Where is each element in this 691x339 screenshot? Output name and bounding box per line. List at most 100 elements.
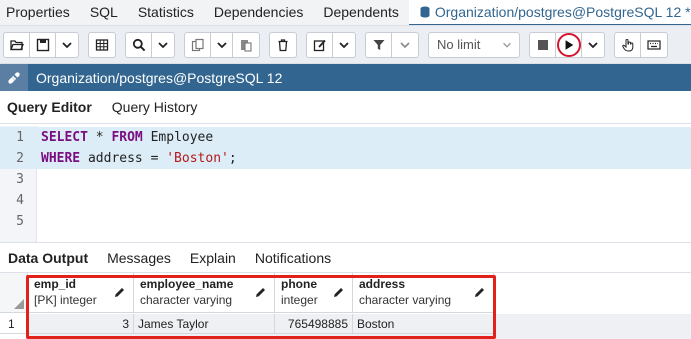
commit-button[interactable] (615, 32, 641, 57)
column-type: character varying (359, 293, 452, 307)
table-cell[interactable]: 765498885 (275, 314, 353, 334)
sql-text: address = (80, 151, 167, 166)
sql-string: 'Boston' (166, 151, 229, 166)
filter-group (365, 31, 419, 58)
paste-icon (241, 39, 252, 52)
file-group (3, 31, 79, 58)
table-cell[interactable]: Boston (353, 314, 494, 334)
save-icon (36, 38, 49, 51)
edit-grid-group (88, 31, 116, 58)
code-text: WHERE address = 'Boston'; (41, 148, 237, 169)
pencil-icon (115, 288, 124, 297)
line-number: 2 (16, 151, 24, 166)
play-icon (565, 39, 573, 50)
copy-options-dropdown[interactable] (211, 32, 233, 57)
sql-keyword: WHERE (41, 151, 81, 166)
code-line[interactable]: 1 SELECT * FROM Employee (0, 127, 691, 148)
edit-grid-button[interactable] (89, 33, 115, 57)
copy-button[interactable] (185, 32, 211, 57)
edit-square-icon (313, 39, 326, 51)
column-header-emp-id[interactable]: emp_id [PK] integer (28, 273, 134, 313)
execute-highlight-ring (556, 32, 581, 57)
tab-query-tool-label: Organization/postgres@PostgreSQL 12 * (434, 3, 691, 20)
open-file-button[interactable] (4, 32, 30, 57)
filter-options-dropdown[interactable] (392, 33, 418, 57)
find-group (125, 31, 175, 58)
line-number: 5 (16, 214, 24, 229)
tab-notifications[interactable]: Notifications (247, 250, 339, 266)
find-button[interactable] (126, 32, 152, 57)
row-limit-select[interactable]: No limit (429, 33, 519, 57)
trash-icon (278, 38, 288, 51)
row-number[interactable]: 1 (0, 314, 28, 334)
connection-title: Organization/postgres@PostgreSQL 12 (36, 69, 283, 86)
code-line[interactable]: 5 (0, 211, 691, 232)
select-all-corner[interactable] (0, 273, 28, 313)
filter-icon (373, 39, 384, 50)
code-line[interactable]: 3 (0, 169, 691, 190)
search-icon (132, 38, 145, 51)
column-header-employee-name[interactable]: employee_name character varying (134, 273, 275, 313)
stop-button[interactable] (530, 32, 556, 57)
sql-text: Employee (142, 130, 214, 145)
line-number: 4 (16, 193, 24, 208)
edit-options-dropdown[interactable] (333, 33, 355, 57)
save-options-dropdown[interactable] (56, 33, 78, 57)
tab-messages[interactable]: Messages (99, 250, 179, 266)
pencil-icon (334, 288, 343, 297)
editor-tabs: Query Editor Query History (0, 91, 691, 124)
panel-tabs: Properties SQL Statistics Dependencies D… (0, 0, 691, 26)
tab-properties[interactable]: Properties (0, 0, 80, 25)
sql-keyword: FROM (111, 130, 143, 145)
pencil-icon (475, 288, 484, 297)
execute-options-dropdown[interactable] (582, 33, 604, 57)
paste-button[interactable] (233, 33, 259, 57)
chevron-down-icon (400, 41, 410, 48)
clipboard-group (184, 31, 260, 58)
code-line[interactable]: 4 (0, 190, 691, 211)
filter-button[interactable] (366, 32, 392, 57)
limit-group: No limit (428, 31, 520, 58)
edit-button[interactable] (307, 32, 333, 57)
code-line[interactable]: 2 WHERE address = 'Boston'; (0, 148, 691, 169)
table-cell[interactable]: 3 (28, 314, 134, 334)
sql-editor[interactable]: 1 SELECT * FROM Employee 2 WHERE address… (0, 126, 691, 242)
pencil-icon (256, 288, 265, 297)
chevron-down-icon (588, 41, 598, 48)
sql-text: * (87, 130, 112, 145)
chevron-down-icon (339, 41, 349, 48)
connection-bar: Organization/postgres@PostgreSQL 12 (0, 64, 691, 91)
folder-open-icon (9, 39, 24, 50)
table-cell[interactable]: James Taylor (134, 314, 275, 334)
tab-data-output[interactable]: Data Output (0, 250, 96, 266)
tab-query-tool[interactable]: Organization/postgres@PostgreSQL 12 * (408, 0, 691, 25)
tab-sql[interactable]: SQL (80, 0, 128, 25)
sql-keyword: SELECT (41, 130, 88, 145)
tab-explain[interactable]: Explain (182, 250, 244, 266)
column-name: address (359, 277, 406, 291)
column-header-address[interactable]: address character varying (353, 273, 494, 313)
transaction-group (614, 31, 668, 58)
tab-dependents[interactable]: Dependents (313, 0, 409, 25)
delete-rows-button[interactable] (270, 33, 296, 57)
find-options-dropdown[interactable] (152, 33, 174, 57)
tab-query-editor[interactable]: Query Editor (0, 99, 99, 115)
delete-group (269, 31, 297, 58)
tab-statistics[interactable]: Statistics (128, 0, 204, 25)
hand-pointer-icon (621, 38, 633, 51)
output-tabs: Data Output Messages Explain Notificatio… (0, 242, 691, 273)
line-number: 3 (16, 172, 24, 187)
connection-plug-icon (8, 71, 20, 84)
stop-icon (537, 39, 548, 50)
sql-text: ; (228, 151, 237, 166)
connection-status-button[interactable] (0, 64, 28, 91)
tab-query-history[interactable]: Query History (105, 99, 205, 115)
column-header-phone[interactable]: phone integer (275, 273, 353, 313)
chevron-down-icon (503, 42, 511, 48)
macros-button[interactable] (641, 33, 667, 57)
execute-button[interactable] (556, 32, 582, 57)
code-text: SELECT * FROM Employee (41, 127, 213, 148)
save-file-button[interactable] (30, 32, 56, 57)
line-number: 1 (16, 130, 24, 145)
tab-dependencies[interactable]: Dependencies (204, 0, 314, 25)
